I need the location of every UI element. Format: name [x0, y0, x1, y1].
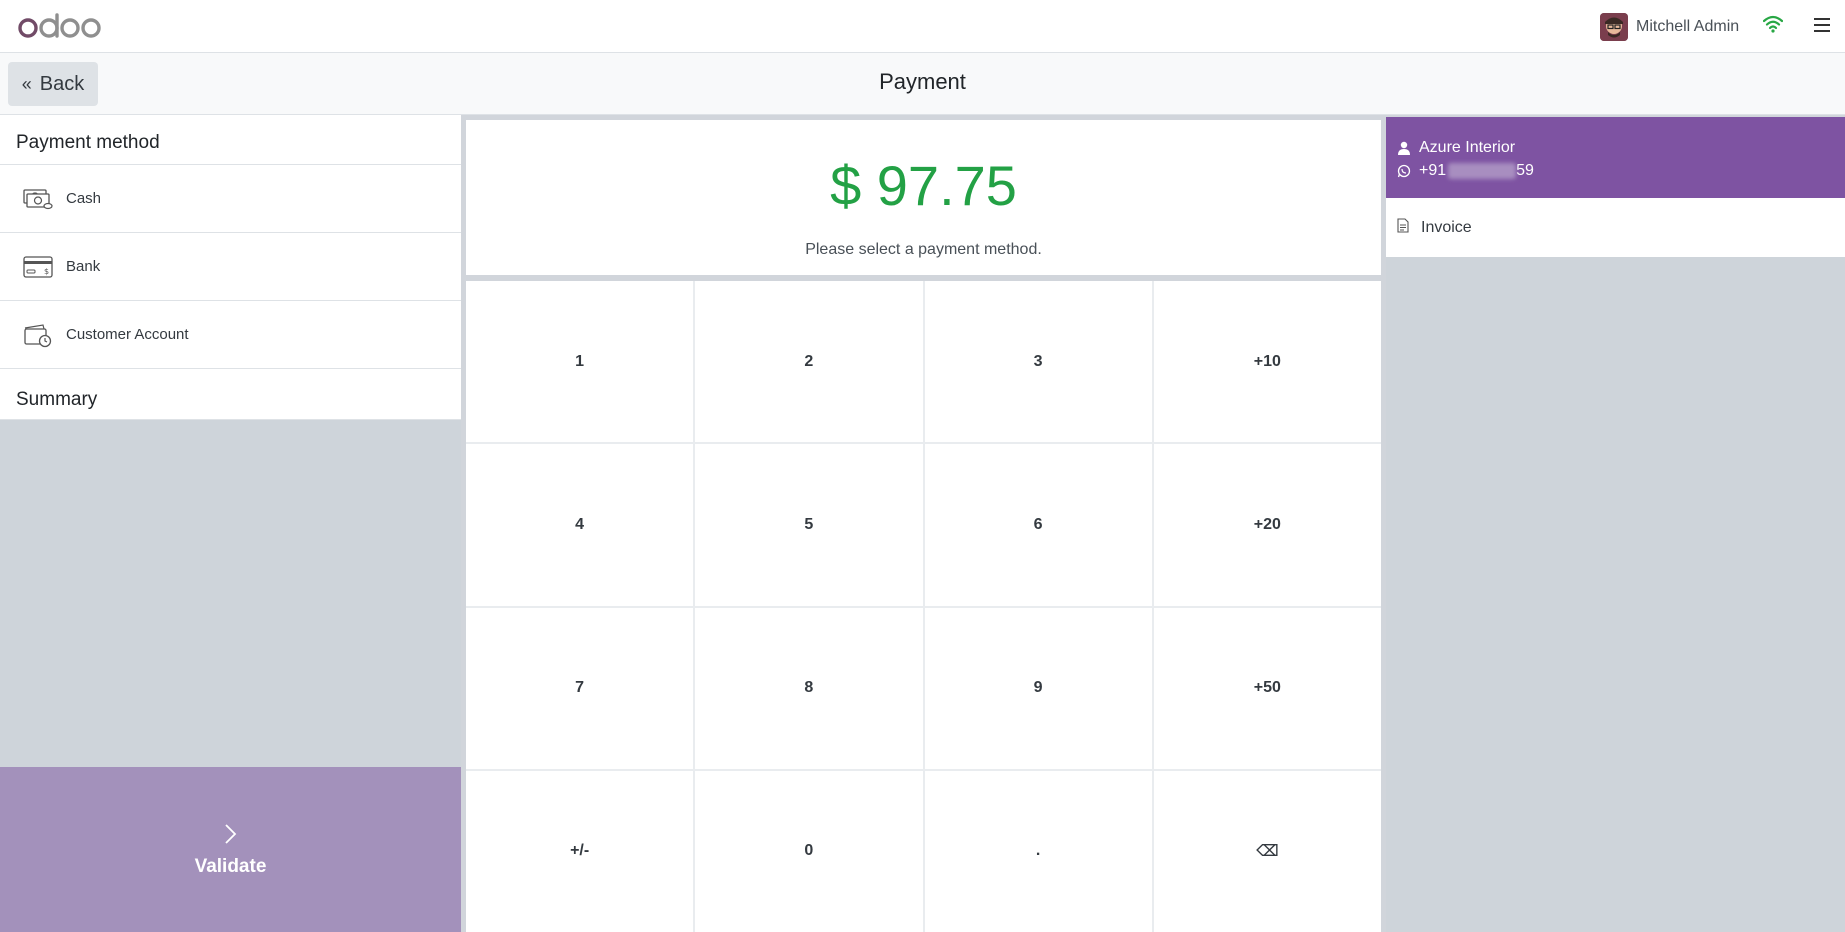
hamburger-menu-icon[interactable]: [1814, 18, 1830, 32]
phone-redaction: [1448, 162, 1517, 179]
numpad-key-7[interactable]: 7: [466, 607, 694, 769]
page-title: Payment: [879, 69, 966, 94]
numpad-key-plus-10[interactable]: +10: [1153, 281, 1381, 443]
invoice-toggle[interactable]: Invoice: [1386, 198, 1845, 257]
customer-name: Azure Interior: [1419, 138, 1516, 156]
numpad-key-9[interactable]: 9: [924, 607, 1152, 769]
user-avatar: [1600, 13, 1628, 41]
customer-panel: Azure Interior +91 59 Invoice: [1386, 117, 1845, 932]
customer-phone-prefix: +91: [1419, 161, 1447, 179]
payment-method-customer-account[interactable]: Customer Account: [0, 301, 461, 369]
numpad-key-0[interactable]: 0: [695, 770, 923, 932]
numpad-key-5[interactable]: 5: [695, 444, 923, 606]
numpad-key-plus-20[interactable]: +20: [1153, 444, 1381, 606]
back-button[interactable]: « Back: [8, 62, 98, 106]
user-menu[interactable]: Mitchell Admin: [1600, 12, 1739, 42]
cash-icon: [22, 185, 54, 213]
payment-method-heading: Payment method: [0, 115, 461, 165]
total-amount: $ 97.75: [830, 154, 1017, 217]
numpad: 1 2 3 +10 4 5 6 +20 7 8 9 +50 +/- 0 . ⌫: [466, 281, 1381, 932]
customer-account-icon: [22, 321, 54, 349]
payment-method-label: Bank: [66, 258, 101, 275]
payment-method-cash[interactable]: Cash: [0, 165, 461, 233]
back-button-label: Back: [39, 72, 85, 95]
chevron-right-icon: [224, 822, 238, 850]
total-due-box: $ 97.75 Please select a payment method.: [466, 120, 1381, 275]
customer-button[interactable]: Azure Interior +91 59: [1386, 117, 1845, 198]
validate-button[interactable]: Validate: [0, 767, 461, 932]
payment-subheader: Payment « Back: [0, 53, 1845, 115]
file-text-icon: [1397, 217, 1411, 238]
numpad-key-3[interactable]: 3: [924, 281, 1152, 443]
numpad-key-1[interactable]: 1: [466, 281, 694, 443]
double-chevron-left-icon: «: [21, 73, 32, 94]
payment-method-bank[interactable]: $ Bank: [0, 233, 461, 301]
customer-phone-suffix: 59: [1516, 161, 1534, 179]
invoice-label: Invoice: [1421, 218, 1472, 236]
user-name: Mitchell Admin: [1636, 18, 1740, 35]
numpad-key-backspace-icon[interactable]: ⌫: [1153, 770, 1381, 932]
payment-center: $ 97.75 Please select a payment method. …: [466, 120, 1381, 932]
numpad-key-plus-minus[interactable]: +/-: [466, 770, 694, 932]
numpad-key-plus-50[interactable]: +50: [1153, 607, 1381, 769]
payment-method-label: Cash: [66, 190, 102, 207]
numpad-key-2[interactable]: 2: [695, 281, 923, 443]
summary-heading: Summary: [0, 369, 461, 420]
odoo-logo[interactable]: [18, 10, 102, 42]
numpad-key-4[interactable]: 4: [466, 444, 694, 606]
numpad-key-8[interactable]: 8: [695, 607, 923, 769]
payment-method-label: Customer Account: [66, 326, 189, 343]
top-navbar: Mitchell Admin: [0, 0, 1845, 53]
wifi-icon[interactable]: [1762, 15, 1784, 33]
payment-methods-panel: Payment method Cash $ Bank Customer Acco…: [0, 115, 461, 932]
numpad-key-6[interactable]: 6: [924, 444, 1152, 606]
bank-card-icon: $: [22, 253, 54, 281]
numpad-key-decimal[interactable]: .: [924, 770, 1152, 932]
whatsapp-icon: [1397, 164, 1411, 178]
payment-screen: Payment method Cash $ Bank Customer Acco…: [0, 115, 1845, 932]
svg-text:$: $: [44, 267, 49, 276]
user-icon: [1397, 141, 1411, 155]
validate-label: Validate: [194, 855, 267, 877]
payment-hint: Please select a payment method.: [805, 241, 1042, 258]
